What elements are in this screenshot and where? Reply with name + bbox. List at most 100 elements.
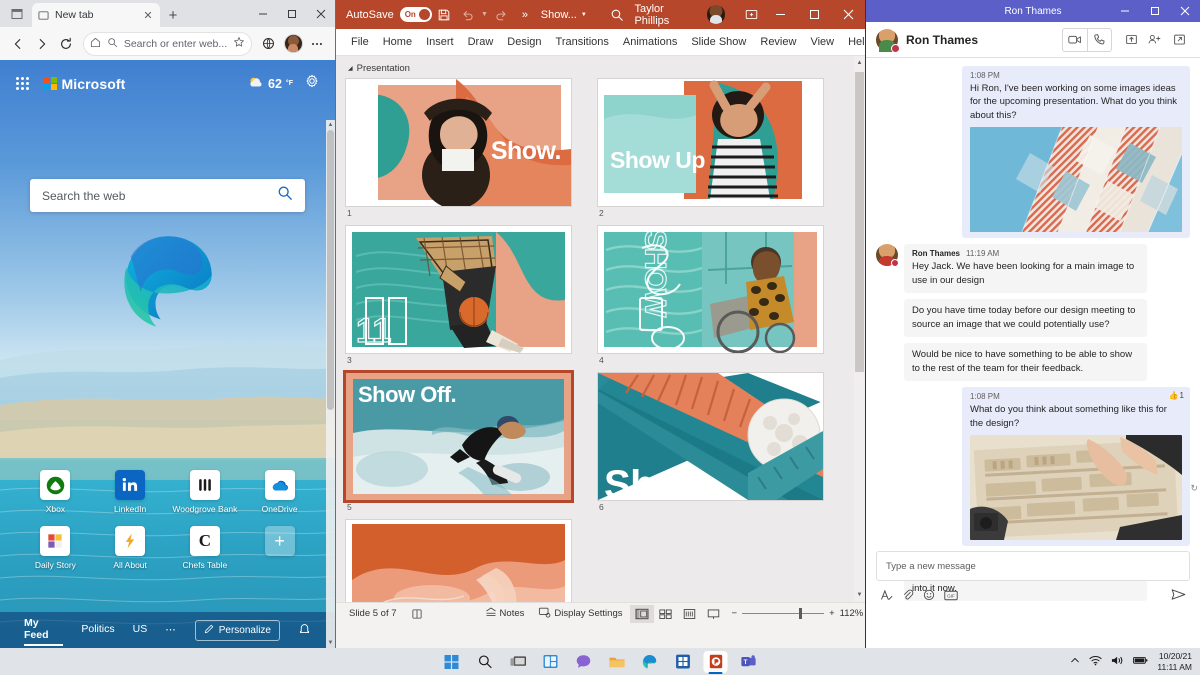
chevron-up-icon[interactable]	[1070, 656, 1080, 667]
slideshow-view-icon[interactable]	[702, 605, 726, 623]
minus-icon[interactable]: −	[732, 608, 738, 619]
slide-preview[interactable]: Show Off.	[346, 373, 571, 500]
profile-avatar-icon[interactable]	[281, 31, 304, 56]
ribbon-tab-help[interactable]: Help	[841, 32, 865, 52]
taskbar-search-icon[interactable]	[473, 651, 497, 673]
contact-avatar[interactable]	[876, 29, 898, 51]
message-bubble[interactable]: Would be nice to have something to be ab…	[904, 343, 1147, 381]
scroll-up-arrow-icon[interactable]: ▲	[326, 120, 335, 130]
slide-preview[interactable]: SHOW	[598, 226, 823, 353]
ribbon-tab-insert[interactable]: Insert	[419, 32, 461, 52]
volume-icon[interactable]	[1111, 655, 1124, 668]
chevron-down-icon[interactable]: ▼	[480, 3, 490, 27]
architectural-model-photo[interactable]	[970, 435, 1182, 540]
plus-icon[interactable]: +	[829, 608, 835, 619]
scroll-to-latest-icon[interactable]: ↻	[1190, 483, 1198, 494]
notes-button[interactable]: Notes	[478, 607, 532, 621]
user-avatar[interactable]	[707, 5, 726, 24]
audio-call-icon[interactable]	[1087, 29, 1111, 51]
search-icon[interactable]	[605, 3, 629, 27]
undo-icon[interactable]	[456, 3, 480, 27]
triangle-collapse-icon[interactable]: ◢	[348, 65, 353, 72]
minimize-button[interactable]	[248, 0, 277, 27]
slide-thumbnail-item-selected[interactable]: Show Off. 5	[346, 373, 586, 512]
new-tab-button[interactable]: +	[160, 3, 186, 27]
slide-pane-scrollbar[interactable]: ▲ ▼	[854, 56, 865, 624]
taskbar-widgets-icon[interactable]	[539, 651, 563, 673]
ribbon-tab-design[interactable]: Design	[500, 32, 548, 52]
zoom-slider[interactable]	[742, 613, 824, 614]
ribbon-display-options-icon[interactable]	[739, 3, 763, 27]
star-add-icon[interactable]	[233, 36, 245, 51]
chat-message-list[interactable]: 1:08 PM Hi Ron, I've been working on som…	[866, 58, 1200, 614]
quick-link-tile[interactable]: Woodgrove Bank	[174, 470, 236, 514]
video-call-icon[interactable]	[1063, 29, 1087, 51]
quick-link-tile[interactable]: OneDrive	[249, 470, 311, 514]
tab-actions-menu-icon[interactable]	[2, 0, 32, 27]
refresh-icon[interactable]	[55, 31, 78, 56]
close-button[interactable]	[831, 0, 865, 29]
format-text-icon[interactable]	[880, 588, 893, 606]
account-chip[interactable]: Taylor Phillips	[634, 3, 725, 27]
wifi-icon[interactable]	[1089, 655, 1102, 668]
accessibility-icon[interactable]	[404, 608, 430, 620]
zoom-slider-knob[interactable]	[799, 608, 802, 619]
search-input[interactable]: Search or enter web...	[124, 38, 227, 50]
giphy-icon[interactable]: GIF	[944, 588, 958, 606]
personalize-button[interactable]: Personalize	[195, 620, 280, 641]
slide-thumbnail-item[interactable]: 11 3	[346, 226, 586, 365]
quick-link-tile[interactable]: Xbox	[24, 470, 86, 514]
slide-thumbnail-item[interactable]: SHOW 4	[598, 226, 838, 365]
address-bar[interactable]: Search or enter web...	[83, 32, 252, 56]
section-header[interactable]: ◢ Presentation	[336, 56, 865, 79]
close-icon[interactable]: ✕	[141, 8, 155, 22]
quick-link-tile[interactable]: C Chefs Table	[174, 526, 236, 570]
save-disk-icon[interactable]	[432, 3, 456, 27]
normal-view-icon[interactable]	[630, 605, 654, 623]
scrollbar-thumb[interactable]	[327, 130, 334, 410]
chevron-down-icon[interactable]: ▼	[581, 12, 587, 18]
autosave-toggle[interactable]: On	[400, 7, 433, 22]
edge-page-scrollbar[interactable]: ▲ ▼	[326, 120, 335, 648]
ribbon-tab-draw[interactable]: Draw	[461, 32, 501, 52]
ribbon-tab-home[interactable]: Home	[376, 32, 419, 52]
bell-icon[interactable]	[298, 622, 311, 638]
reading-view-icon[interactable]	[678, 605, 702, 623]
ribbon-tab-file[interactable]: File	[344, 32, 376, 52]
add-quick-link-button[interactable]: +	[249, 526, 311, 570]
message-bubble[interactable]: Ron Thames 11:19 AM Hey Jack. We have be…	[904, 244, 1147, 293]
scroll-down-arrow-icon[interactable]: ▼	[854, 588, 865, 602]
forward-arrow-icon[interactable]	[30, 31, 53, 56]
display-settings-button[interactable]: Display Settings	[531, 607, 629, 621]
taskbar-start-button[interactable]	[440, 651, 464, 673]
pop-out-chat-icon[interactable]	[1168, 29, 1190, 51]
sender-avatar[interactable]	[876, 244, 898, 266]
emoji-icon[interactable]	[923, 588, 935, 606]
ellipsis-icon[interactable]: ⋯	[165, 624, 177, 636]
ribbon-tab-slide-show[interactable]: Slide Show	[684, 32, 753, 52]
taskbar-file-explorer-icon[interactable]	[605, 651, 629, 673]
taskbar-task-view-icon[interactable]	[506, 651, 530, 673]
taskbar-teams-icon[interactable]: T	[737, 651, 761, 673]
slide-sorter-icon[interactable]	[654, 605, 678, 623]
close-button[interactable]	[1170, 0, 1200, 22]
more-ellipsis-icon[interactable]	[306, 31, 329, 56]
message-bubble[interactable]: 1:08 PM Hi Ron, I've been working on som…	[962, 66, 1190, 238]
document-title[interactable]: Show... ▼	[541, 9, 587, 21]
slide-preview[interactable]	[346, 520, 571, 605]
collections-icon[interactable]	[257, 31, 280, 56]
feed-tab-my-feed[interactable]: My Feed	[24, 617, 63, 643]
scroll-down-arrow-icon[interactable]: ▼	[326, 638, 335, 648]
attach-file-icon[interactable]	[902, 588, 914, 606]
taskbar-edge-icon[interactable]	[638, 651, 662, 673]
slide-thumbnail-item[interactable]: Show Up 2	[598, 79, 838, 218]
taskbar-microsoft-store-icon[interactable]	[671, 651, 695, 673]
clock[interactable]: 10/20/21 11:11 AM	[1157, 651, 1192, 672]
feed-tab-us[interactable]: US	[133, 623, 148, 637]
slide-preview[interactable]: 11	[346, 226, 571, 353]
minimize-button[interactable]	[1110, 0, 1140, 22]
message-bubble[interactable]: Do you have time today before our design…	[904, 299, 1147, 337]
taskbar-powerpoint-icon[interactable]	[704, 651, 728, 673]
slide-preview[interactable]: Show Up	[598, 79, 823, 206]
message-reaction[interactable]: 👍 1	[1169, 391, 1184, 400]
